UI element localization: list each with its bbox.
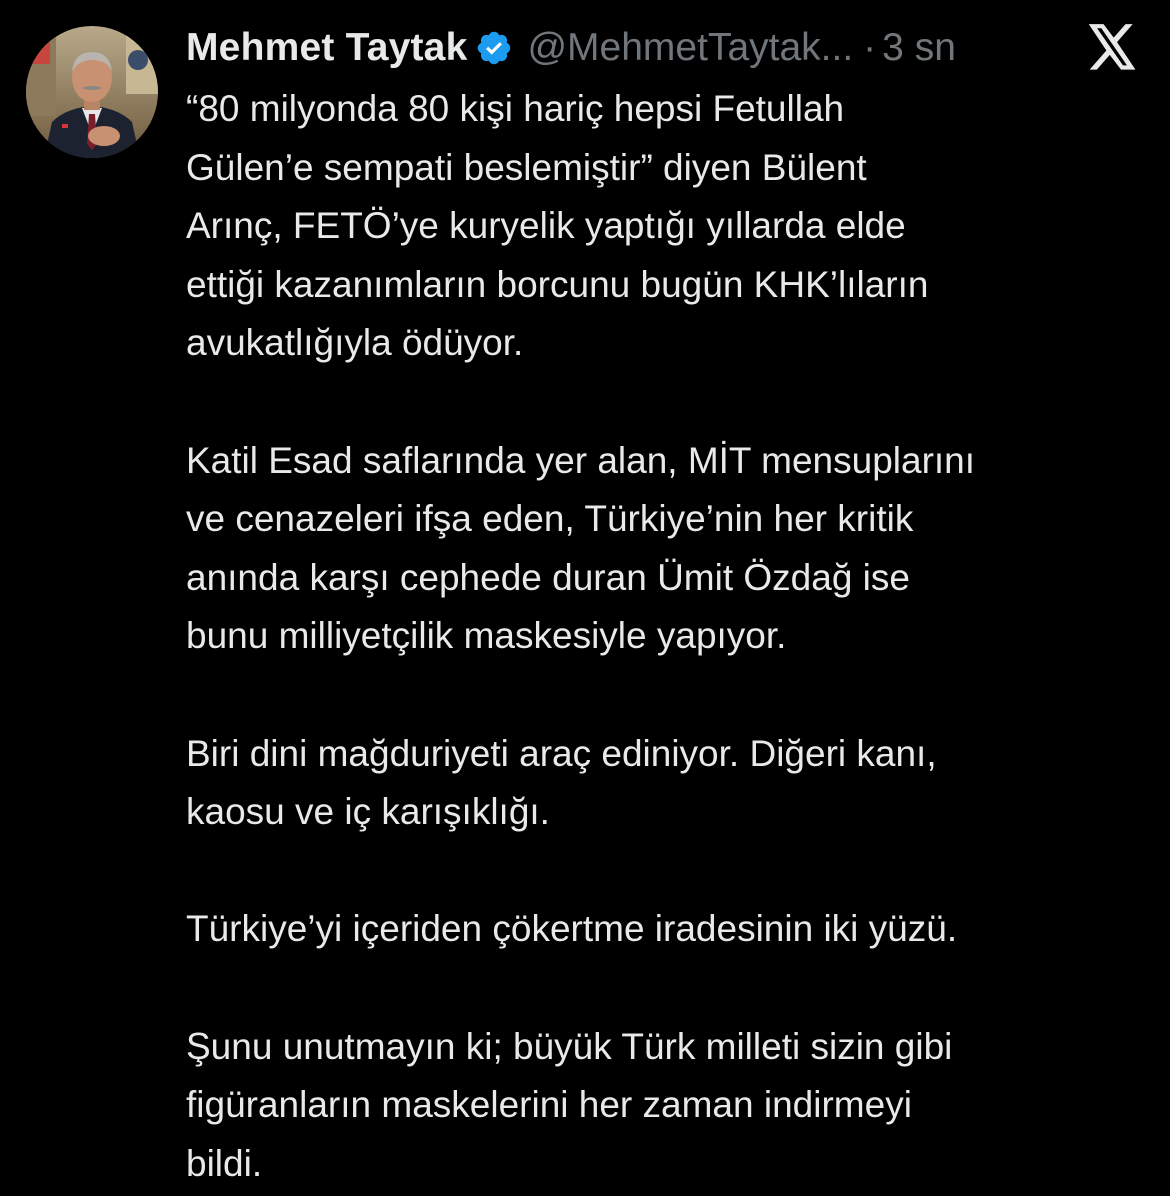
tweet-header: Mehmet Taytak @MehmetTaytak... · 3 sn (186, 20, 956, 76)
avatar[interactable] (26, 26, 158, 158)
tweet-paragraph: Katil Esad saflarında yer alan, MİT mens… (186, 439, 976, 657)
header-separator: · (863, 26, 877, 69)
author-handle[interactable]: @MehmetTaytak... (527, 26, 853, 70)
tweet-paragraph: Şunu unutmayın ki; büyük Türk milleti si… (186, 1025, 953, 1184)
tweet-paragraph: Türkiye’yi içeriden çökertme iradesinin … (186, 908, 958, 950)
avatar-portrait-image (26, 26, 158, 158)
tweet-paragraph: “80 milyonda 80 kişi hariç hepsi Fetulla… (186, 88, 929, 364)
tweet-card[interactable]: Mehmet Taytak @MehmetTaytak... · 3 sn “8… (0, 0, 1170, 1196)
x-logo-icon[interactable] (1086, 24, 1138, 72)
author-display-name[interactable]: Mehmet Taytak (186, 26, 467, 70)
verified-badge-icon (475, 29, 513, 67)
tweet-paragraph: Biri dini mağduriyeti araç ediniyor. Diğ… (186, 732, 937, 833)
tweet-timestamp[interactable]: 3 sn (882, 26, 956, 70)
tweet-text: “80 milyonda 80 kişi hariç hepsi Fetulla… (186, 80, 1146, 1193)
